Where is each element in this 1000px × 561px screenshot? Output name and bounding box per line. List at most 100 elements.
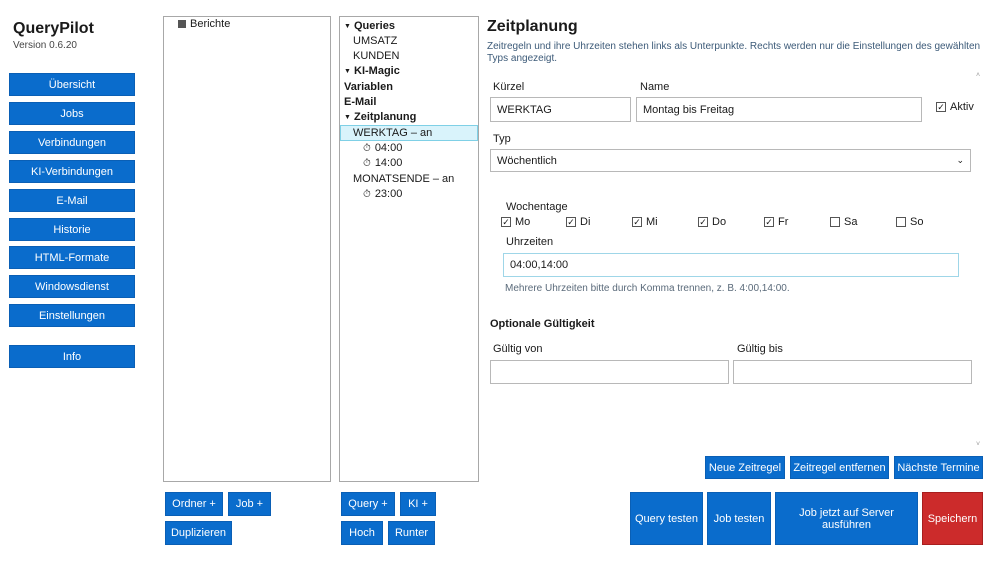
nav-historie[interactable]: Historie xyxy=(9,218,135,241)
checkbox-empty-icon xyxy=(830,217,840,227)
day-checkbox-so[interactable]: So xyxy=(896,216,923,228)
tree-label: E-Mail xyxy=(344,96,377,108)
tree-node-email[interactable]: E-Mail xyxy=(344,96,376,108)
tree-node-werktag-time-2[interactable]: ⏱ 14:00 xyxy=(363,157,402,169)
checkmark-icon: ✓ xyxy=(698,216,708,227)
remove-rule-button[interactable]: Zeitregel entfernen xyxy=(790,456,889,479)
kuerzel-label: Kürzel xyxy=(493,81,525,93)
nav-ki-verbindungen[interactable]: KI-Verbindungen xyxy=(9,160,135,183)
tree-label: 23:00 xyxy=(374,188,403,200)
nav-email[interactable]: E-Mail xyxy=(9,189,135,212)
tree-label: KUNDEN xyxy=(353,50,400,62)
gueltig-bis-input[interactable] xyxy=(733,360,972,384)
save-button[interactable]: Speichern xyxy=(922,492,983,545)
day-checkbox-sa[interactable]: Sa xyxy=(830,216,857,228)
wochentage-label: Wochentage xyxy=(506,201,568,213)
tree-label: Zeitplanung xyxy=(354,111,417,123)
day-label: Di xyxy=(580,216,591,228)
tree-node-monatsende[interactable]: MONATSENDE – an xyxy=(353,173,454,185)
tree-node-monatsende-time-1[interactable]: ⏱ 23:00 xyxy=(363,188,402,200)
tree-node-werktag-time-1[interactable]: ⏱ 04:00 xyxy=(363,142,402,154)
folder-label: Berichte xyxy=(190,18,231,30)
scroll-up-icon[interactable]: ˄ xyxy=(976,72,980,79)
duplicate-button[interactable]: Duplizieren xyxy=(165,521,232,545)
day-checkbox-do[interactable]: ✓ Do xyxy=(698,216,726,228)
tree-label: WERKTAG – an xyxy=(353,127,433,139)
app-title: QueryPilot xyxy=(13,20,94,37)
add-query-button[interactable]: Query + xyxy=(341,492,395,516)
gueltig-von-input[interactable] xyxy=(490,360,729,384)
typ-select[interactable]: Wöchentlich ⌄ xyxy=(490,149,971,172)
tree-node-queries[interactable]: ▼ Queries xyxy=(344,20,395,32)
add-folder-button[interactable]: Ordner + xyxy=(165,492,223,516)
nav-jobs[interactable]: Jobs xyxy=(9,102,135,125)
nav-verbindungen[interactable]: Verbindungen xyxy=(9,131,135,154)
day-label: Mi xyxy=(646,216,658,228)
run-job-on-server-button[interactable]: Job jetzt auf Server ausführen xyxy=(775,492,918,545)
checkmark-icon: ✓ xyxy=(632,216,642,227)
day-label: Sa xyxy=(844,216,858,228)
aktiv-label: Aktiv xyxy=(950,101,974,113)
detail-title: Zeitplanung xyxy=(487,18,578,35)
day-checkbox-di[interactable]: ✓ Di xyxy=(566,216,590,228)
job-tree-panel[interactable]: ▼ Queries UMSATZ KUNDEN ▼ KI-Magic Variabl… xyxy=(339,16,479,482)
test-job-button[interactable]: Job testen xyxy=(707,492,771,545)
uhrzeiten-input[interactable]: 04:00,14:00 xyxy=(503,253,959,277)
move-up-button[interactable]: Hoch xyxy=(341,521,383,545)
checkmark-icon: ✓ xyxy=(936,101,946,112)
kuerzel-input[interactable]: WERKTAG xyxy=(490,97,631,122)
move-down-button[interactable]: Runter xyxy=(388,521,435,545)
gueltigkeit-title: Optionale Gültigkeit xyxy=(490,318,595,330)
tree-label: KI-Magic xyxy=(354,65,400,77)
new-rule-button[interactable]: Neue Zeitregel xyxy=(705,456,785,479)
stopwatch-icon: ⏱ xyxy=(363,188,371,200)
tree-node-kunden[interactable]: KUNDEN xyxy=(353,50,399,62)
day-label: Do xyxy=(712,216,727,228)
tree-node-umsatz[interactable]: UMSATZ xyxy=(353,35,397,47)
caret-down-icon: ▼ xyxy=(344,22,351,30)
uhrzeiten-label: Uhrzeiten xyxy=(506,236,554,248)
day-checkbox-fr[interactable]: ✓ Fr xyxy=(764,216,788,228)
name-input[interactable]: Montag bis Freitag xyxy=(636,97,922,122)
tree-label: 04:00 xyxy=(374,142,403,154)
chevron-down-icon: ⌄ xyxy=(956,155,964,165)
day-checkbox-mi[interactable]: ✓ Mi xyxy=(632,216,658,228)
folder-tree-panel[interactable]: Berichte xyxy=(163,16,331,482)
nav-windowsdienst[interactable]: Windowsdienst xyxy=(9,275,135,298)
day-checkbox-mo[interactable]: ✓ Mo xyxy=(501,216,530,228)
checkbox-empty-icon xyxy=(896,217,906,227)
day-label: Mo xyxy=(515,216,531,228)
aktiv-checkbox[interactable]: ✓ Aktiv xyxy=(936,101,974,113)
tree-node-werktag[interactable]: WERKTAG – an xyxy=(340,125,478,141)
scroll-down-icon[interactable]: ˅ xyxy=(976,441,980,448)
nav-einstellungen[interactable]: Einstellungen xyxy=(9,304,135,327)
checkmark-icon: ✓ xyxy=(566,216,576,227)
nav-uebersicht[interactable]: Übersicht xyxy=(9,73,135,96)
detail-description: Zeitregeln und ihre Uhrzeiten stehen lin… xyxy=(487,41,981,64)
stopwatch-icon: ⏱ xyxy=(363,157,371,169)
tree-label: 14:00 xyxy=(374,157,403,169)
name-label: Name xyxy=(640,81,670,93)
stopwatch-icon: ⏱ xyxy=(363,142,371,154)
folder-item-berichte[interactable]: Berichte xyxy=(178,18,230,30)
checkmark-icon: ✓ xyxy=(764,216,774,227)
caret-down-icon: ▼ xyxy=(344,67,351,75)
next-dates-button[interactable]: Nächste Termine xyxy=(894,456,983,479)
uhrzeiten-hint: Mehrere Uhrzeiten bitte durch Komma tren… xyxy=(505,283,790,294)
caret-down-icon: ▼ xyxy=(344,113,351,121)
day-label: Fr xyxy=(778,216,789,228)
tree-label: Variablen xyxy=(344,81,393,93)
tree-node-zeitplanung[interactable]: ▼ Zeitplanung xyxy=(344,111,416,123)
nav-html-formate[interactable]: HTML-Formate xyxy=(9,246,135,269)
day-label: So xyxy=(910,216,924,228)
folder-icon xyxy=(178,20,186,28)
nav-info[interactable]: Info xyxy=(9,345,135,368)
test-query-button[interactable]: Query testen xyxy=(630,492,703,545)
add-ki-button[interactable]: KI + xyxy=(400,492,436,516)
tree-node-variablen[interactable]: Variablen xyxy=(344,81,393,93)
gueltig-bis-label: Gültig bis xyxy=(737,343,783,355)
add-job-button[interactable]: Job + xyxy=(228,492,271,516)
tree-node-kimagic[interactable]: ▼ KI-Magic xyxy=(344,65,400,77)
typ-select-value: Wöchentlich xyxy=(497,154,557,167)
typ-label: Typ xyxy=(493,133,511,145)
